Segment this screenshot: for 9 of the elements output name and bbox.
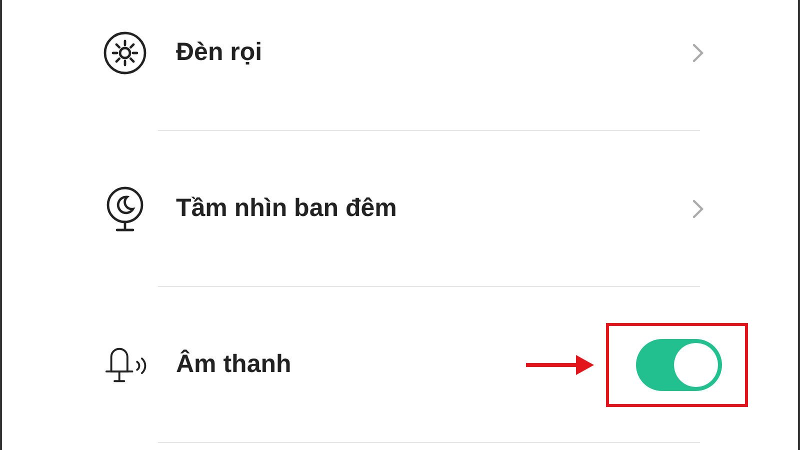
chevron-right-icon[interactable] — [692, 42, 704, 62]
setting-label: Tầm nhìn ban đêm — [176, 194, 397, 223]
setting-label: Đèn rọi — [176, 38, 262, 67]
chevron-right-icon[interactable] — [692, 198, 704, 218]
night-vision-icon — [105, 186, 145, 232]
sun-icon — [103, 30, 147, 74]
sound-toggle[interactable] — [636, 338, 722, 390]
arrow-drawing — [524, 352, 596, 376]
setting-label: Âm thanh — [176, 350, 292, 379]
